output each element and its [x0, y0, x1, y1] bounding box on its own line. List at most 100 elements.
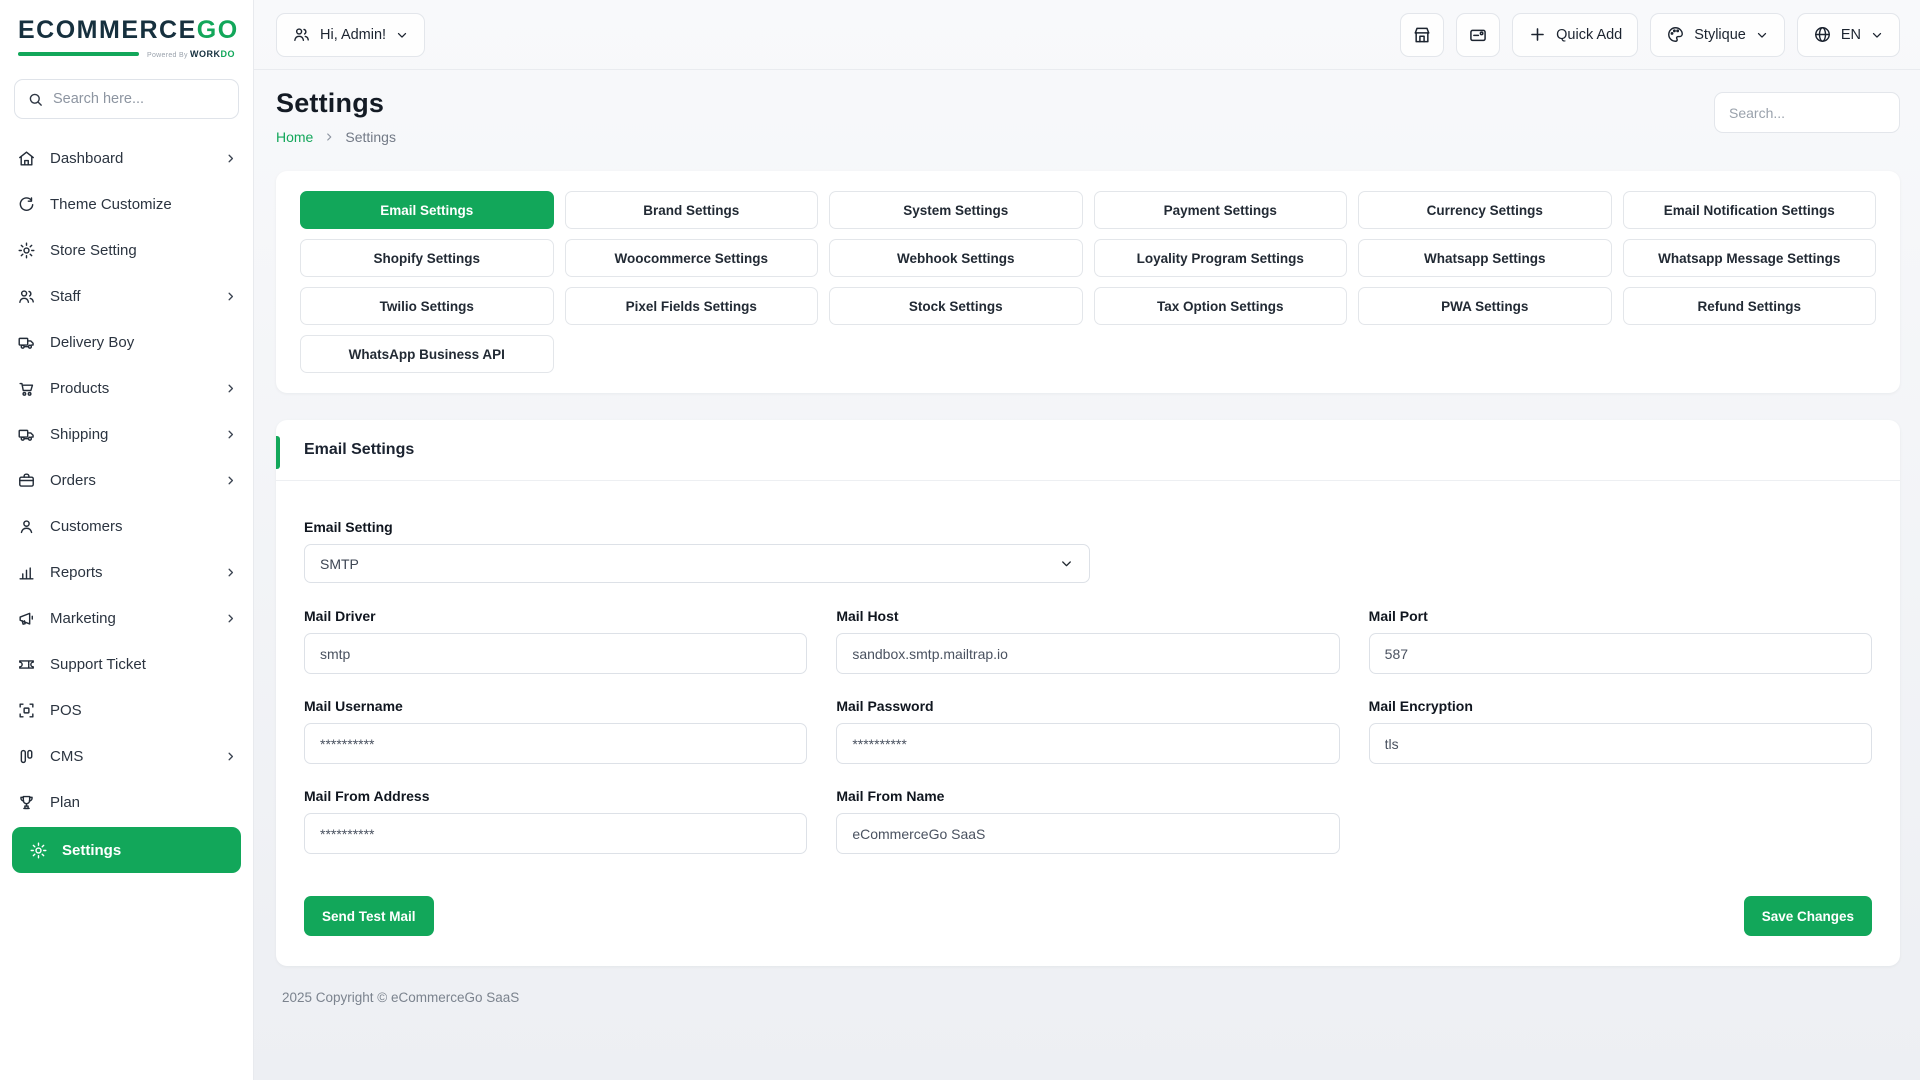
- storefront-button[interactable]: [1400, 13, 1444, 57]
- sidebar-item-staff[interactable]: Staff: [0, 273, 253, 319]
- user-icon: [17, 517, 36, 536]
- quick-add-button[interactable]: Quick Add: [1512, 13, 1638, 57]
- gear-icon: [17, 241, 36, 260]
- tab-email-settings[interactable]: Email Settings: [300, 191, 554, 229]
- app-logo: ECOMMERCEGO Powered By WORKDO: [0, 0, 253, 65]
- field-mail-username: Mail Username: [304, 698, 807, 764]
- chevron-right-icon: [224, 428, 237, 441]
- sidebar-search[interactable]: [14, 79, 239, 119]
- chevron-down-icon: [1755, 28, 1769, 42]
- briefcase-icon: [17, 471, 36, 490]
- logo-underline: [18, 52, 139, 56]
- home-icon: [17, 149, 36, 168]
- settings-tabs-grid: Email Settings Brand Settings System Setti…: [300, 191, 1876, 373]
- sidebar-item-label: Theme Customize: [50, 196, 237, 213]
- tab-whatsapp-settings[interactable]: Whatsapp Settings: [1358, 239, 1612, 277]
- powered-by: Powered By WORKDO: [147, 49, 235, 59]
- mail-icon: [1468, 25, 1488, 45]
- style-menu-button[interactable]: Stylique: [1650, 13, 1785, 57]
- logo-accent: GO: [197, 16, 239, 44]
- language-menu-button[interactable]: EN: [1797, 13, 1900, 57]
- tab-webhook-settings[interactable]: Webhook Settings: [829, 239, 1083, 277]
- chart-icon: [17, 563, 36, 582]
- mail-encryption-input[interactable]: [1369, 723, 1872, 764]
- sidebar-item-plan[interactable]: Plan: [0, 779, 253, 825]
- style-menu-label: Stylique: [1694, 27, 1746, 43]
- tab-currency-settings[interactable]: Currency Settings: [1358, 191, 1612, 229]
- truck-icon: [17, 333, 36, 352]
- sidebar-item-settings[interactable]: Settings: [12, 827, 241, 873]
- mail-port-input[interactable]: [1369, 633, 1872, 674]
- mail-from-name-input[interactable]: [836, 813, 1339, 854]
- sidebar-item-label: Marketing: [50, 610, 224, 627]
- sidebar-search-input[interactable]: [53, 91, 226, 107]
- tab-system-settings[interactable]: System Settings: [829, 191, 1083, 229]
- tab-payment-settings[interactable]: Payment Settings: [1094, 191, 1348, 229]
- mail-from-address-input[interactable]: [304, 813, 807, 854]
- chevron-down-icon: [1059, 556, 1074, 571]
- mail-username-input[interactable]: [304, 723, 807, 764]
- footer-copyright: 2025 Copyright © eCommerceGo SaaS: [276, 966, 1900, 1005]
- email-setting-select[interactable]: SMTP: [304, 544, 1090, 583]
- send-test-mail-button[interactable]: Send Test Mail: [304, 896, 434, 936]
- email-settings-card-header: Email Settings: [276, 420, 1900, 481]
- sidebar-item-dashboard[interactable]: Dashboard: [0, 135, 253, 181]
- field-label: Mail Password: [836, 698, 1339, 714]
- mail-password-input[interactable]: [836, 723, 1339, 764]
- truck-icon: [17, 425, 36, 444]
- sidebar-item-shipping[interactable]: Shipping: [0, 411, 253, 457]
- sidebar-item-products[interactable]: Products: [0, 365, 253, 411]
- breadcrumb-home-link[interactable]: Home: [276, 129, 313, 145]
- chevron-right-icon: [224, 152, 237, 165]
- sidebar-item-orders[interactable]: Orders: [0, 457, 253, 503]
- tab-tax-option-settings[interactable]: Tax Option Settings: [1094, 287, 1348, 325]
- tab-woocommerce-settings[interactable]: Woocommerce Settings: [565, 239, 819, 277]
- user-menu-button[interactable]: Hi, Admin!: [276, 13, 425, 57]
- logo-text: ECOMMERCEGO: [18, 16, 235, 45]
- chevron-right-icon: [224, 612, 237, 625]
- mail-button[interactable]: [1456, 13, 1500, 57]
- mail-host-input[interactable]: [836, 633, 1339, 674]
- page-header: Settings Home Settings: [276, 88, 1900, 145]
- content-search-input[interactable]: [1729, 105, 1885, 121]
- ticket-icon: [17, 655, 36, 674]
- mail-fields-grid: Mail DriverMail HostMail PortMail Userna…: [304, 608, 1872, 878]
- tab-loyality-program-settings[interactable]: Loyality Program Settings: [1094, 239, 1348, 277]
- pos-icon: [17, 701, 36, 720]
- sidebar-item-label: Support Ticket: [50, 656, 237, 673]
- tab-pixel-fields-settings[interactable]: Pixel Fields Settings: [565, 287, 819, 325]
- content-search[interactable]: [1714, 92, 1900, 133]
- field-mail-driver: Mail Driver: [304, 608, 807, 674]
- palette-icon: [1666, 25, 1685, 44]
- tab-pwa-settings[interactable]: PWA Settings: [1358, 287, 1612, 325]
- sidebar: ECOMMERCEGO Powered By WORKDO Dashboard T…: [0, 0, 254, 1080]
- save-changes-button[interactable]: Save Changes: [1744, 896, 1872, 936]
- sidebar-item-theme-customize[interactable]: Theme Customize: [0, 181, 253, 227]
- sidebar-item-pos[interactable]: POS: [0, 687, 253, 733]
- email-settings-card: Email Settings Email Setting SMTP Mail D…: [276, 420, 1900, 966]
- sidebar-item-delivery-boy[interactable]: Delivery Boy: [0, 319, 253, 365]
- field-mail-host: Mail Host: [836, 608, 1339, 674]
- content: Settings Home Settings Email Settings Bra…: [254, 70, 1920, 1080]
- sidebar-item-cms[interactable]: CMS: [0, 733, 253, 779]
- language-label: EN: [1841, 27, 1861, 43]
- tab-stock-settings[interactable]: Stock Settings: [829, 287, 1083, 325]
- tab-whatsapp-business-api[interactable]: WhatsApp Business API: [300, 335, 554, 373]
- mail-driver-input[interactable]: [304, 633, 807, 674]
- sidebar-item-customers[interactable]: Customers: [0, 503, 253, 549]
- sidebar-item-marketing[interactable]: Marketing: [0, 595, 253, 641]
- tab-email-notification-settings[interactable]: Email Notification Settings: [1623, 191, 1877, 229]
- tab-twilio-settings[interactable]: Twilio Settings: [300, 287, 554, 325]
- sidebar-item-store-setting[interactable]: Store Setting: [0, 227, 253, 273]
- tab-shopify-settings[interactable]: Shopify Settings: [300, 239, 554, 277]
- tab-brand-settings[interactable]: Brand Settings: [565, 191, 819, 229]
- cart-icon: [17, 379, 36, 398]
- sidebar-item-support-ticket[interactable]: Support Ticket: [0, 641, 253, 687]
- tab-refund-settings[interactable]: Refund Settings: [1623, 287, 1877, 325]
- quick-add-label: Quick Add: [1556, 27, 1622, 43]
- email-setting-label: Email Setting: [304, 519, 1872, 535]
- tab-whatsapp-message-settings[interactable]: Whatsapp Message Settings: [1623, 239, 1877, 277]
- field-label: Mail From Name: [836, 788, 1339, 804]
- field-mail-from-name: Mail From Name: [836, 788, 1339, 854]
- sidebar-item-reports[interactable]: Reports: [0, 549, 253, 595]
